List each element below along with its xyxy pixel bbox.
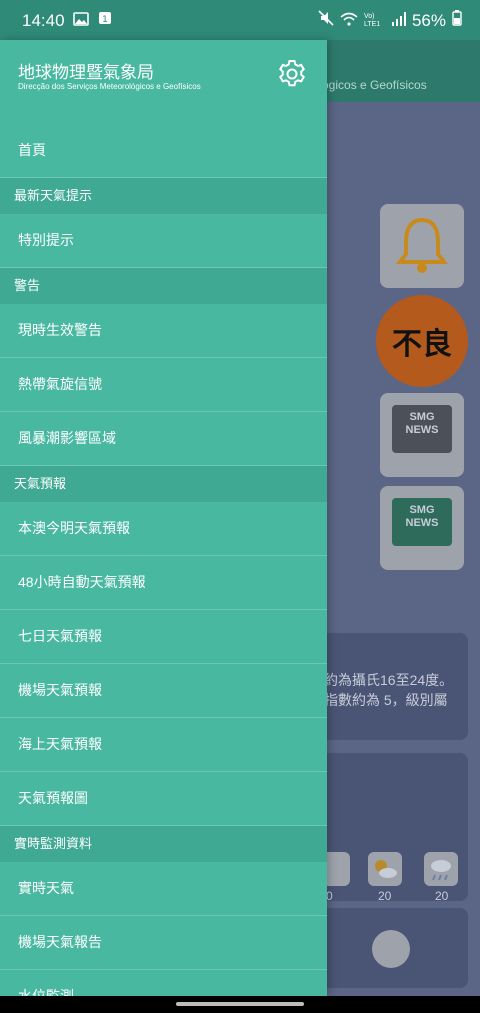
svg-text:1: 1: [102, 15, 108, 25]
menu-item-storm-surge[interactable]: 風暴潮影響區域: [0, 412, 327, 466]
menu-item-tropical-cyclone[interactable]: 熱帶氣旋信號: [0, 358, 327, 412]
battery-icon: [452, 10, 462, 31]
menu-item-water-level[interactable]: 水位監測: [0, 970, 327, 996]
wifi-icon: [340, 11, 358, 31]
drawer-subtitle: Direcção dos Serviços Meteorológicos e G…: [18, 82, 201, 91]
menu-item-7day-forecast[interactable]: 七日天氣預報: [0, 610, 327, 664]
news-card-2[interactable]: SMG NEWS: [380, 486, 464, 570]
news-icon: SMG NEWS: [392, 498, 452, 546]
menu-item-local-forecast[interactable]: 本澳今明天氣預報: [0, 502, 327, 556]
section-header-forecast: 天氣預報: [0, 466, 327, 502]
menu-item-airport-report[interactable]: 機場天氣報告: [0, 916, 327, 970]
drawer-title: 地球物理暨氣象局: [18, 63, 154, 82]
alert-card[interactable]: [380, 204, 464, 288]
signal-icon: [391, 11, 406, 31]
notification-icon: 1: [97, 10, 113, 31]
app-header-subtitle: ógicos e Geofísicos: [322, 78, 427, 92]
rain-icon: [424, 852, 458, 886]
menu-item-current-warnings[interactable]: 現時生效警告: [0, 304, 327, 358]
temp-label: 20: [435, 889, 449, 903]
partly-cloudy-icon: [368, 852, 402, 886]
settings-gear-icon[interactable]: [276, 58, 308, 90]
status-time: 14:40: [22, 10, 65, 30]
temp-label: 0: [326, 889, 333, 903]
gallery-icon: [72, 11, 89, 31]
menu-item-current-weather[interactable]: 實時天氣: [0, 862, 327, 916]
calendar-icon[interactable]: [372, 930, 410, 968]
menu-item-home[interactable]: 首頁: [0, 124, 327, 178]
forecast-text-2: 指數約為 5，級別屬: [324, 692, 448, 708]
menu-item-48h-forecast[interactable]: 48小時自動天氣預報: [0, 556, 327, 610]
air-quality-badge[interactable]: 不良: [376, 295, 468, 387]
menu-item-marine-forecast[interactable]: 海上天氣預報: [0, 718, 327, 772]
forecast-text-1: 約為攝氏16至24度。: [324, 672, 454, 688]
news-icon: SMG NEWS: [392, 405, 452, 453]
home-gesture-handle[interactable]: [176, 1002, 304, 1006]
status-bar: 14:40 1 Vo) LTE1 56%: [0, 0, 480, 40]
volte-label: Vo) LTE1: [363, 12, 381, 28]
temp-label: 20: [378, 889, 392, 903]
bell-icon: [396, 217, 448, 273]
section-header-latest-alerts: 最新天氣提示: [0, 178, 327, 214]
battery-percent: 56%: [411, 10, 446, 30]
drawer-header: 地球物理暨氣象局 Direcção dos Serviços Meteoroló…: [0, 40, 327, 124]
navigation-drawer: 地球物理暨氣象局 Direcção dos Serviços Meteoroló…: [0, 40, 327, 996]
menu-item-special-alert[interactable]: 特別提示: [0, 214, 327, 268]
menu-item-forecast-chart[interactable]: 天氣預報圖: [0, 772, 327, 826]
mute-icon: [318, 10, 334, 31]
menu-item-airport-forecast[interactable]: 機場天氣預報: [0, 664, 327, 718]
section-header-realtime: 實時監測資料: [0, 826, 327, 862]
section-header-warnings: 警告: [0, 268, 327, 304]
news-card-1[interactable]: SMG NEWS: [380, 393, 464, 477]
